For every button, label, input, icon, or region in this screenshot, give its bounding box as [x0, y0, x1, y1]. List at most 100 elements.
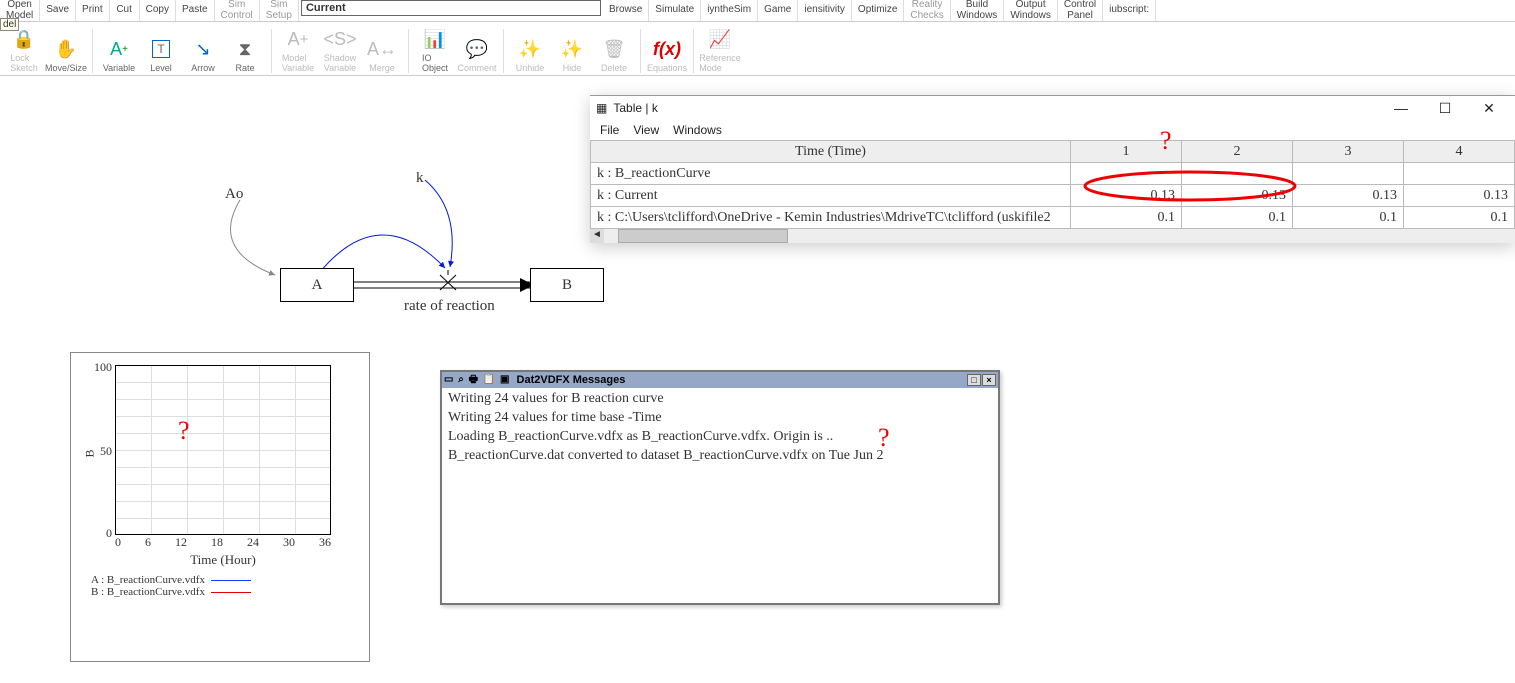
merge-icon: A↔: [370, 37, 394, 61]
menu-view[interactable]: View: [633, 123, 659, 137]
messages-titlebar[interactable]: ▭ ⌕ 🖶 📋 ▣ Dat2VDFX Messages □ ×: [442, 372, 998, 388]
message-line: Writing 24 values for B reaction curve: [448, 390, 992, 409]
merge-tool[interactable]: A↔Merge: [362, 37, 402, 73]
unhide-tool[interactable]: ✨Unhide: [510, 37, 550, 73]
cell[interactable]: [1182, 163, 1293, 185]
chart-panel[interactable]: 100 50 0 B ? 0 6 12 18 24 30 36 Time (Ho…: [70, 352, 370, 662]
cell[interactable]: 0.13: [1293, 185, 1404, 207]
move-size-tool[interactable]: ✋Move/Size: [46, 37, 86, 73]
menu-windows[interactable]: Windows: [673, 123, 722, 137]
lock-sketch-tool[interactable]: 🔒LockSketch: [4, 27, 44, 73]
cell[interactable]: [1404, 163, 1515, 185]
xtick: 12: [175, 535, 187, 550]
hand-icon: ✋: [54, 37, 78, 61]
ribbon-tools: 🔒LockSketch ✋Move/Size A+Variable TLevel…: [0, 22, 1515, 76]
close-button[interactable]: ✕: [1479, 100, 1499, 117]
table-menubar: File View Windows: [590, 120, 1515, 140]
cell[interactable]: 0.13: [1404, 185, 1515, 207]
table-title: Table | k: [613, 101, 657, 115]
table-titlebar[interactable]: ▦ Table | k — ☐ ✕: [590, 96, 1515, 120]
annotation-question-mark: ?: [178, 416, 190, 446]
stock-a[interactable]: A: [280, 268, 354, 302]
minimize-button[interactable]: —: [1391, 100, 1411, 117]
level-tool[interactable]: TLevel: [141, 37, 181, 73]
variable-tool[interactable]: A+Variable: [99, 37, 139, 73]
game-button[interactable]: Game: [758, 0, 798, 21]
cell[interactable]: 0.1: [1182, 207, 1293, 229]
chart-xticks: 0 6 12 18 24 30 36: [115, 535, 331, 550]
header-time[interactable]: Time (Time): [591, 141, 1071, 163]
equations-tool[interactable]: f(x)Equations: [647, 37, 687, 73]
delete-tool[interactable]: 🗑Delete: [594, 37, 634, 73]
sim-control-button[interactable]: SimControl: [215, 0, 260, 21]
arrow-tool[interactable]: ↘Arrow: [183, 37, 223, 73]
label-rate[interactable]: rate of reaction: [404, 298, 495, 315]
model-variable-tool[interactable]: A+ModelVariable: [278, 27, 318, 73]
horizontal-scrollbar[interactable]: ◄: [590, 229, 1515, 243]
comment-tool[interactable]: 💬Comment: [457, 37, 497, 73]
control-panel-button[interactable]: ControlPanel: [1058, 0, 1103, 21]
cut-button[interactable]: Cut: [110, 0, 140, 21]
table-window[interactable]: ▦ Table | k — ☐ ✕ File View Windows Time…: [590, 95, 1515, 243]
copy-button[interactable]: Copy: [140, 0, 176, 21]
ytick: 50: [100, 444, 112, 459]
window-controls: — ☐ ✕: [1391, 100, 1509, 117]
chart-y-label: B: [83, 449, 98, 457]
synthesim-button[interactable]: iyntheSim: [701, 0, 758, 21]
close-button[interactable]: ×: [982, 374, 996, 386]
menu-file[interactable]: File: [600, 123, 619, 137]
separator: [503, 29, 504, 73]
optimize-button[interactable]: Optimize: [852, 0, 904, 21]
cell[interactable]: 0.1: [1071, 207, 1182, 229]
row-label: k : B_reactionCurve: [591, 163, 1071, 185]
cell[interactable]: 0.1: [1404, 207, 1515, 229]
trash-icon: 🗑: [602, 37, 626, 61]
separator: [640, 29, 641, 73]
label-k[interactable]: k: [416, 170, 424, 187]
data-table[interactable]: Time (Time) 1 2 3 4 k : B_reactionCurve …: [590, 140, 1515, 229]
cell[interactable]: [1071, 163, 1182, 185]
table-row[interactable]: k : C:\Users\tclifford\OneDrive - Kemin …: [591, 207, 1515, 229]
cell[interactable]: 0.13: [1071, 185, 1182, 207]
cell[interactable]: 0.13: [1182, 185, 1293, 207]
model-canvas[interactable]: Ao k A B rate of reaction 100 50 0 B ? 0…: [0, 70, 1515, 683]
table-row[interactable]: k : B_reactionCurve: [591, 163, 1515, 185]
scroll-thumb[interactable]: [618, 229, 788, 243]
legend-line: [211, 580, 251, 581]
build-windows-button[interactable]: BuildWindows: [951, 0, 1005, 21]
arrow-icon: ↘: [191, 37, 215, 61]
sensitivity-button[interactable]: iensitivity: [798, 0, 852, 21]
sim-setup-button[interactable]: SimSetup: [260, 0, 299, 21]
header-col[interactable]: 3: [1293, 141, 1404, 163]
maximize-button[interactable]: ☐: [1435, 100, 1455, 117]
print-button[interactable]: Print: [76, 0, 110, 21]
label-ao[interactable]: Ao: [225, 186, 243, 203]
cell[interactable]: [1293, 163, 1404, 185]
browse-button[interactable]: Browse: [603, 0, 649, 21]
stock-b[interactable]: B: [530, 268, 604, 302]
simulate-button[interactable]: Simulate: [649, 0, 701, 21]
io-object-tool[interactable]: 📊IOObject: [415, 27, 455, 73]
save-button[interactable]: Save: [40, 0, 76, 21]
separator: [92, 29, 93, 73]
hide-tool[interactable]: ✨Hide: [552, 37, 592, 73]
separator: [408, 29, 409, 73]
shadow-variable-tool[interactable]: <S>ShadowVariable: [320, 27, 360, 73]
reality-checks-button[interactable]: RealityChecks: [904, 0, 950, 21]
reference-mode-tool[interactable]: 📈ReferenceMode: [700, 27, 740, 73]
chart-x-label: Time (Hour): [115, 552, 331, 568]
rate-tool[interactable]: ⧗Rate: [225, 37, 265, 73]
subscript-button[interactable]: iubscript:: [1103, 0, 1156, 21]
annotation-question-mark: ?: [878, 420, 890, 455]
output-windows-button[interactable]: OutputWindows: [1004, 0, 1058, 21]
scroll-left-arrow[interactable]: ◄: [590, 229, 604, 243]
maximize-button[interactable]: □: [967, 374, 981, 386]
model-var-icon: A+: [286, 27, 310, 51]
header-col[interactable]: 4: [1404, 141, 1515, 163]
paste-button[interactable]: Paste: [176, 0, 215, 21]
messages-window[interactable]: ▭ ⌕ 🖶 📋 ▣ Dat2VDFX Messages □ × Writing …: [440, 370, 1000, 605]
current-simulation-field[interactable]: Current: [301, 0, 601, 16]
table-row[interactable]: k : Current 0.13 0.13 0.13 0.13: [591, 185, 1515, 207]
cell[interactable]: 0.1: [1293, 207, 1404, 229]
header-col[interactable]: 2: [1182, 141, 1293, 163]
